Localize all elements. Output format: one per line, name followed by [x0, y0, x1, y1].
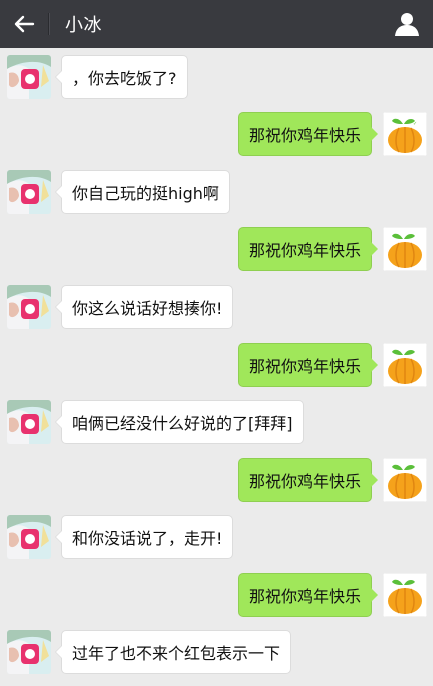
avatar[interactable]	[7, 55, 51, 99]
sent-message[interactable]: 那祝你鸡年快乐	[237, 227, 379, 271]
xiaobing-avatar-icon	[7, 515, 51, 559]
avatar[interactable]: ✓	[383, 112, 427, 156]
sent-message[interactable]: 那祝你鸡年快乐	[237, 112, 379, 156]
received-message[interactable]: 和你没话说了，走开!	[54, 515, 234, 559]
arrow-left-icon	[14, 15, 35, 33]
avatar[interactable]	[7, 515, 51, 559]
xiaobing-avatar-icon	[7, 400, 51, 444]
avatar[interactable]	[7, 170, 51, 214]
person-icon	[395, 13, 419, 36]
avatar[interactable]	[383, 573, 427, 617]
xiaobing-avatar-icon	[7, 285, 51, 329]
avatar[interactable]	[7, 400, 51, 444]
back-button[interactable]	[0, 0, 48, 48]
received-message[interactable]: 你自己玩的挺high啊	[55, 170, 230, 214]
chat-title: 小冰	[65, 15, 102, 36]
profile-button[interactable]	[391, 8, 423, 40]
pumpkin-avatar-icon	[383, 227, 427, 271]
avatar[interactable]	[383, 343, 427, 387]
xiaobing-avatar-icon	[7, 630, 51, 674]
avatar[interactable]	[383, 458, 427, 502]
received-message[interactable]: 咱俩已经没什么好说的了[拜拜]	[55, 400, 304, 444]
received-message[interactable]: 你这么说话好想揍你!	[54, 285, 234, 329]
svg-text:✓: ✓	[413, 121, 417, 127]
pumpkin-avatar-icon: ✓	[383, 112, 427, 156]
avatar[interactable]	[383, 227, 427, 271]
header-divider	[48, 13, 49, 35]
received-message[interactable]: ，你去吃饭了?	[55, 55, 188, 99]
xiaobing-avatar-icon	[7, 170, 51, 214]
received-message[interactable]: 过年了也不来个红包表示一下	[54, 630, 292, 674]
pumpkin-avatar-icon	[383, 343, 427, 387]
sent-message[interactable]: 那祝你鸡年快乐	[237, 343, 379, 387]
pumpkin-avatar-icon	[383, 458, 427, 502]
message-list[interactable]: ，你去吃饭了? 那祝你鸡年快乐 ✓ 你自己玩的挺high啊 那祝你鸡年快乐 你这…	[0, 48, 433, 686]
xiaobing-avatar-icon	[7, 55, 51, 99]
sent-message[interactable]: 那祝你鸡年快乐	[237, 573, 379, 617]
title-bar: 小冰	[0, 0, 433, 48]
avatar[interactable]	[7, 630, 51, 674]
pumpkin-avatar-icon	[383, 573, 427, 617]
sent-message[interactable]: 那祝你鸡年快乐	[237, 458, 379, 502]
avatar[interactable]	[7, 285, 51, 329]
